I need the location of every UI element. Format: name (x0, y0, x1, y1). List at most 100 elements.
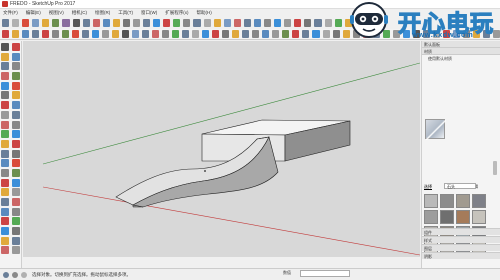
toolbar1-button-22[interactable] (213, 18, 221, 27)
toolbar2-button-27[interactable] (262, 30, 270, 38)
toolbar2-button-15[interactable] (142, 30, 150, 38)
toolbar2-button-20[interactable] (192, 30, 200, 38)
tool-button-4[interactable] (12, 52, 20, 61)
tool-button-30[interactable] (12, 178, 20, 187)
tool-button-32[interactable] (12, 188, 20, 197)
toolbar2-button-10[interactable] (92, 30, 100, 38)
tool-button-5[interactable] (1, 62, 9, 71)
toolbar1-button-29[interactable] (284, 18, 292, 27)
toolbar2-button-32[interactable] (312, 30, 320, 38)
tool-button-16[interactable] (12, 110, 20, 119)
toolbar2-button-5[interactable] (42, 30, 50, 38)
toolbar1-button-20[interactable] (193, 18, 201, 27)
material-swatch[interactable] (456, 210, 470, 224)
toolbar2-button-12[interactable] (112, 30, 120, 38)
material-swatch[interactable] (472, 194, 486, 208)
collection-select[interactable]: 石头 (444, 183, 476, 189)
toolbar2-button-3[interactable] (22, 30, 30, 38)
toolbar2-button-31[interactable] (302, 30, 310, 38)
toolbar2-button-28[interactable] (272, 30, 280, 38)
toolbar1-button-15[interactable] (143, 18, 151, 27)
tool-button-39[interactable] (1, 227, 9, 236)
tool-button-40[interactable] (12, 227, 20, 236)
measurements-box[interactable] (300, 270, 350, 277)
tool-button-28[interactable] (12, 168, 20, 177)
tool-button-7[interactable] (1, 72, 9, 81)
tool-button-8[interactable] (12, 72, 20, 81)
toolbar1-button-24[interactable] (233, 18, 241, 27)
components-section[interactable]: 组件 (422, 228, 500, 235)
toolbar2-button-30[interactable] (292, 30, 300, 38)
tool-button-35[interactable] (1, 207, 9, 216)
menu-draw[interactable]: 绘图(R) (95, 10, 110, 16)
tool-button-18[interactable] (12, 120, 20, 129)
toolbar1-button-26[interactable] (253, 18, 262, 27)
toolbar2-button-24[interactable] (232, 30, 240, 38)
tool-button-9[interactable] (1, 81, 9, 90)
toolbar2-button-9[interactable] (82, 30, 90, 38)
tool-button-29[interactable] (1, 178, 9, 187)
user-icon[interactable] (21, 271, 27, 278)
toolbar1-button-32[interactable] (314, 18, 322, 27)
toolbar1-button-30[interactable] (294, 18, 302, 27)
toolbar2-button-8[interactable] (72, 30, 80, 38)
toolbar2-button-17[interactable] (162, 30, 170, 38)
tool-button-37[interactable] (1, 217, 9, 226)
model-canvas[interactable] (23, 41, 420, 257)
menu-window[interactable]: 窗口(W) (141, 10, 157, 16)
material-swatch[interactable] (440, 210, 454, 224)
material-swatch[interactable] (440, 194, 454, 208)
toolbar1-button-11[interactable] (102, 18, 110, 27)
toolbar1-button-23[interactable] (223, 18, 231, 27)
tool-button-20[interactable] (12, 130, 20, 139)
tool-button-26[interactable] (12, 159, 20, 168)
toolbar2-button-26[interactable] (252, 30, 260, 38)
tool-button-1[interactable] (1, 43, 9, 51)
toolbar2-button-14[interactable] (132, 30, 140, 38)
panel-scrollbar[interactable] (493, 161, 497, 175)
tool-button-14[interactable] (12, 101, 20, 110)
curved-ramp-object[interactable] (115, 136, 279, 208)
tool-button-38[interactable] (12, 217, 20, 226)
material-swatch[interactable] (424, 194, 438, 208)
toolbar2-button-6[interactable] (52, 30, 60, 38)
toolbar2-button-7[interactable] (62, 30, 70, 38)
toolbar2-button-23[interactable] (222, 30, 230, 38)
menu-extensions[interactable]: 扩展程序(x) (165, 10, 188, 16)
tool-button-15[interactable] (1, 110, 9, 119)
toolbar1-button-12[interactable] (112, 18, 120, 27)
toolbar1-button-7[interactable] (62, 18, 70, 27)
toolbar1-button-4[interactable] (32, 18, 40, 27)
toolbar1-button-2[interactable] (12, 18, 20, 27)
toolbar1-button-9[interactable] (82, 18, 90, 27)
geo-location-icon[interactable] (3, 271, 9, 278)
materials-section-header[interactable]: 材质 (422, 48, 500, 55)
toolbar1-button-27[interactable] (264, 18, 272, 27)
toolbar1-button-21[interactable] (203, 18, 211, 27)
menu-help[interactable]: 帮助(H) (197, 10, 212, 16)
tool-button-24[interactable] (12, 149, 20, 158)
toolbar2-button-11[interactable] (102, 30, 110, 38)
tool-button-11[interactable] (1, 91, 9, 100)
toolbar1-button-34[interactable] (334, 18, 342, 27)
toolbar2-button-34[interactable] (332, 30, 340, 38)
toolbar1-button-19[interactable] (183, 18, 191, 27)
toolbar2-button-16[interactable] (152, 30, 160, 38)
tool-button-6[interactable] (12, 62, 20, 71)
menu-view[interactable]: 视图(V) (49, 10, 64, 16)
tool-button-33[interactable] (1, 198, 9, 206)
toolbar2-button-33[interactable] (322, 30, 330, 38)
box-object[interactable] (201, 119, 351, 162)
tool-button-42[interactable] (12, 236, 20, 245)
menu-file[interactable]: 文件(F) (3, 10, 18, 16)
tool-button-10[interactable] (12, 81, 20, 90)
toolbar2-button-22[interactable] (212, 30, 220, 38)
material-swatch[interactable] (472, 210, 486, 224)
tool-button-36[interactable] (12, 207, 20, 216)
tool-button-2[interactable] (12, 43, 20, 51)
toolbar1-button-14[interactable] (133, 18, 141, 27)
toolbar1-button-17[interactable] (163, 18, 171, 27)
tool-button-31[interactable] (1, 188, 9, 197)
tool-button-27[interactable] (1, 168, 9, 177)
shadows-section[interactable]: 阴影 (422, 252, 500, 259)
